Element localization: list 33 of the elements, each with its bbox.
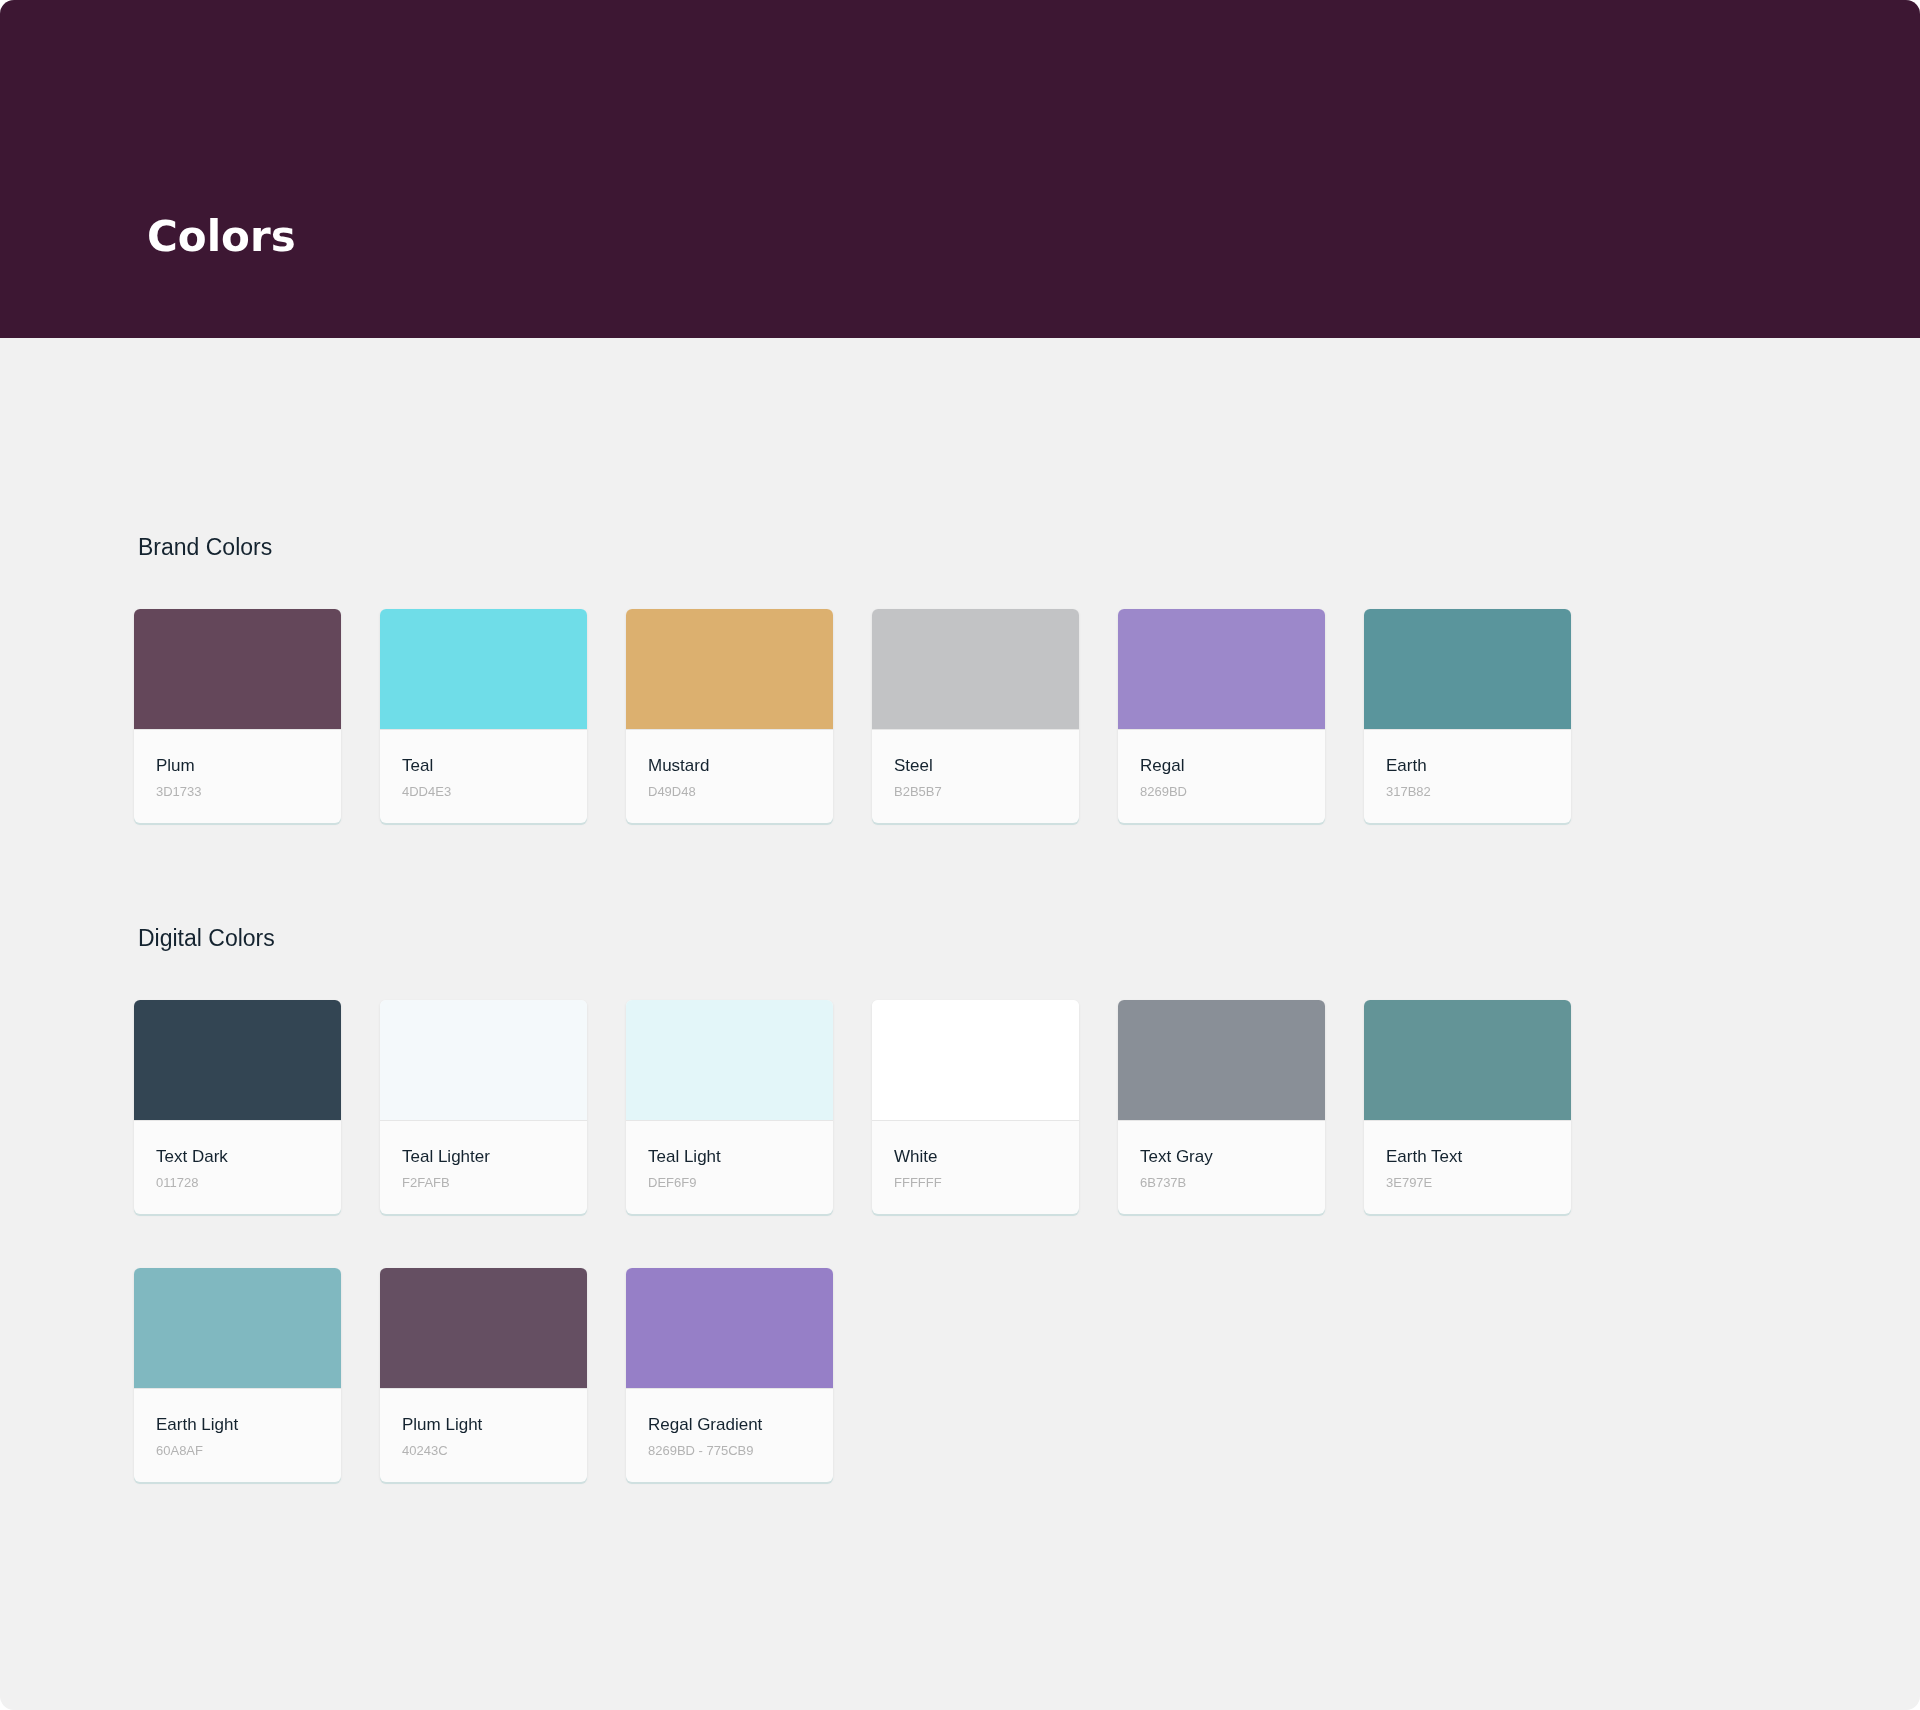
color-code: 60A8AF [156, 1443, 204, 1458]
color-name: Teal Lighter [402, 1147, 491, 1167]
color-code: D49D48 [648, 784, 697, 799]
color-name: Plum Light [402, 1415, 484, 1435]
color-name: Regal Gradient [648, 1415, 764, 1435]
color-code: 8269BD - 775CB9 [648, 1443, 755, 1458]
color-name: Mustard [648, 756, 711, 776]
color-code: 317B82 [1386, 784, 1432, 799]
color-code: 3D1733 [156, 784, 203, 799]
color-name: Teal Light [648, 1147, 722, 1167]
color-name: Teal [402, 756, 435, 776]
page-title: Colors [147, 211, 296, 261]
color-name: Steel [894, 756, 934, 776]
color-code: 6B737B [1140, 1175, 1188, 1190]
color-name: Earth Light [156, 1415, 240, 1435]
color-name: Plum [156, 756, 196, 776]
color-code: 3E797E [1386, 1175, 1434, 1190]
color-code: 011728 [156, 1175, 200, 1190]
color-code: 4DD4E3 [402, 784, 453, 799]
section-title: Brand Colors [138, 534, 274, 561]
color-code: F2FAFB [402, 1175, 451, 1190]
section-title: Digital Colors [138, 925, 276, 952]
color-name: Text Dark [156, 1147, 229, 1167]
color-code: B2B5B7 [894, 784, 943, 799]
color-code: 8269BD [1140, 784, 1188, 799]
color-code: DEF6F9 [648, 1175, 698, 1190]
color-code: 40243C [402, 1443, 449, 1458]
color-name: White [894, 1147, 939, 1167]
color-code: FFFFFF [894, 1175, 943, 1190]
color-name: Text Gray [1140, 1147, 1214, 1167]
color-name: Earth [1386, 756, 1428, 776]
color-name: Earth Text [1386, 1147, 1464, 1167]
color-name: Regal [1140, 756, 1186, 776]
